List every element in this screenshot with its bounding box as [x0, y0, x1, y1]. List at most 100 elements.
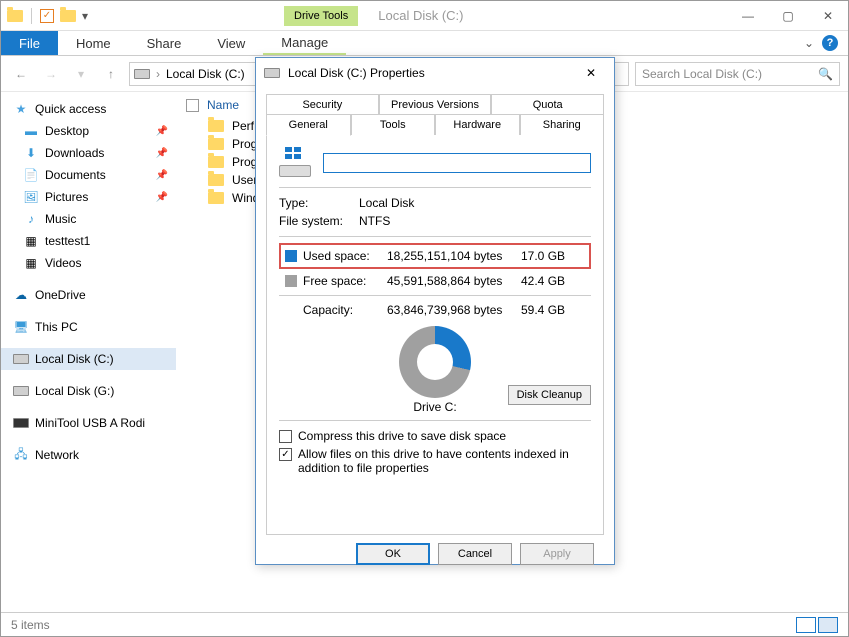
- onedrive-icon: ☁: [13, 287, 29, 303]
- capacity-bytes: 63,846,739,968 bytes: [387, 303, 515, 317]
- item-count: 5 items: [11, 618, 50, 632]
- sidebar-network[interactable]: 🖧Network: [1, 444, 176, 466]
- up-button[interactable]: ↑: [99, 62, 123, 86]
- drive-icon: [13, 351, 29, 367]
- tab-quota[interactable]: Quota: [491, 94, 604, 115]
- qat-dropdown-icon[interactable]: ▾: [82, 9, 88, 23]
- sidebar-local-disk-g[interactable]: Local Disk (G:): [1, 380, 176, 402]
- folder-icon: [208, 120, 224, 132]
- details-view-button[interactable]: [796, 617, 816, 633]
- folder-icon: [208, 138, 224, 150]
- sidebar-documents[interactable]: 📄Documents📌: [1, 164, 176, 186]
- sidebar-downloads[interactable]: ⬇Downloads📌: [1, 142, 176, 164]
- home-tab[interactable]: Home: [58, 31, 129, 55]
- filesystem-label: File system:: [279, 214, 359, 228]
- icons-view-button[interactable]: [818, 617, 838, 633]
- folder-icon: ▦: [23, 233, 39, 249]
- navigation-pane: ★Quick access ▬Desktop📌 ⬇Downloads📌 📄Doc…: [1, 92, 176, 612]
- tab-security[interactable]: Security: [266, 94, 379, 115]
- free-swatch: [285, 275, 297, 287]
- tab-tools[interactable]: Tools: [351, 114, 436, 136]
- maximize-button[interactable]: ▢: [768, 1, 808, 31]
- status-bar: 5 items: [1, 612, 848, 636]
- tab-previous-versions[interactable]: Previous Versions: [379, 94, 492, 115]
- window-title: Local Disk (C:): [378, 8, 463, 23]
- pin-icon: 📌: [156, 148, 168, 159]
- large-drive-icon: [279, 147, 311, 179]
- usb-icon: [13, 415, 29, 431]
- minimize-button[interactable]: —: [728, 1, 768, 31]
- folder-icon: [208, 192, 224, 204]
- used-space-highlight: Used space:18,255,151,104 bytes17.0 GB: [279, 243, 591, 269]
- free-bytes: 45,591,588,864 bytes: [387, 274, 515, 288]
- drive-icon: [13, 383, 29, 399]
- used-gb: 17.0 GB: [521, 249, 571, 263]
- drive-name-input[interactable]: [323, 153, 591, 173]
- downloads-icon: ⬇: [23, 145, 39, 161]
- drive-icon: [264, 68, 280, 78]
- properties-dialog: Local Disk (C:) Properties ✕ Security Pr…: [255, 57, 615, 565]
- index-checkbox[interactable]: ✓: [279, 448, 292, 461]
- qat-properties-icon[interactable]: ✓: [40, 9, 54, 23]
- documents-icon: 📄: [23, 167, 39, 183]
- filesystem-value: NTFS: [359, 214, 591, 228]
- compress-checkbox[interactable]: [279, 430, 292, 443]
- sidebar-testtest1[interactable]: ▦testtest1: [1, 230, 176, 252]
- breadcrumb-chevron[interactable]: ›: [156, 67, 160, 81]
- sidebar-desktop[interactable]: ▬Desktop📌: [1, 120, 176, 142]
- dialog-close-button[interactable]: ✕: [576, 63, 606, 83]
- tab-general[interactable]: General: [266, 114, 351, 136]
- ribbon-collapse-icon[interactable]: ⌄: [804, 36, 814, 50]
- pin-icon: 📌: [156, 126, 168, 137]
- close-button[interactable]: ✕: [808, 1, 848, 31]
- capacity-gb: 59.4 GB: [521, 303, 571, 317]
- sidebar-local-disk-c[interactable]: Local Disk (C:): [1, 348, 176, 370]
- search-placeholder: Search Local Disk (C:): [642, 67, 762, 81]
- disk-cleanup-button[interactable]: Disk Cleanup: [508, 385, 591, 405]
- star-icon: ★: [13, 101, 29, 117]
- view-tab[interactable]: View: [199, 31, 263, 55]
- file-tab[interactable]: File: [1, 31, 58, 55]
- share-tab[interactable]: Share: [129, 31, 200, 55]
- search-box[interactable]: Search Local Disk (C:) 🔍: [635, 62, 840, 86]
- qat-separator: [31, 8, 32, 24]
- dialog-title: Local Disk (C:) Properties: [288, 66, 425, 80]
- network-icon: 🖧: [13, 447, 29, 463]
- used-bytes: 18,255,151,104 bytes: [387, 249, 515, 263]
- sidebar-minitool[interactable]: MiniTool USB A Rodi: [1, 412, 176, 434]
- ribbon: File Home Share View Manage ⌄ ?: [1, 31, 848, 56]
- sidebar-quick-access[interactable]: ★Quick access: [1, 98, 176, 120]
- folder-icon: [208, 174, 224, 186]
- dialog-title-bar[interactable]: Local Disk (C:) Properties ✕: [256, 58, 614, 88]
- manage-tab[interactable]: Manage: [263, 31, 346, 55]
- folder-icon: [7, 10, 23, 22]
- sidebar-pictures[interactable]: 🖼Pictures📌: [1, 186, 176, 208]
- qat-new-folder-icon[interactable]: [60, 10, 76, 22]
- drive-tools-context-tab[interactable]: Drive Tools: [284, 6, 358, 26]
- general-tab-content: Type:Local Disk File system:NTFS Used sp…: [266, 135, 604, 535]
- tab-hardware[interactable]: Hardware: [435, 114, 520, 136]
- column-name[interactable]: Name: [207, 98, 239, 112]
- help-icon[interactable]: ?: [822, 35, 838, 51]
- pin-icon: 📌: [156, 170, 168, 181]
- desktop-icon: ▬: [23, 123, 39, 139]
- address-text[interactable]: Local Disk (C:): [166, 67, 245, 81]
- recent-dropdown[interactable]: ▾: [69, 62, 93, 86]
- used-swatch: [285, 250, 297, 262]
- type-value: Local Disk: [359, 196, 591, 210]
- cancel-button[interactable]: Cancel: [438, 543, 512, 565]
- videos-icon: ▦: [23, 255, 39, 271]
- search-icon[interactable]: 🔍: [818, 67, 833, 81]
- pin-icon: 📌: [156, 192, 168, 203]
- sidebar-music[interactable]: ♪Music: [1, 208, 176, 230]
- ok-button[interactable]: OK: [356, 543, 430, 565]
- tab-sharing[interactable]: Sharing: [520, 114, 605, 136]
- apply-button[interactable]: Apply: [520, 543, 594, 565]
- back-button[interactable]: ←: [9, 62, 33, 86]
- sidebar-this-pc[interactable]: 🖥This PC: [1, 316, 176, 338]
- free-gb: 42.4 GB: [521, 274, 571, 288]
- sidebar-onedrive[interactable]: ☁OneDrive: [1, 284, 176, 306]
- sidebar-videos[interactable]: ▦Videos: [1, 252, 176, 274]
- select-all-checkbox[interactable]: [186, 99, 199, 112]
- forward-button[interactable]: →: [39, 62, 63, 86]
